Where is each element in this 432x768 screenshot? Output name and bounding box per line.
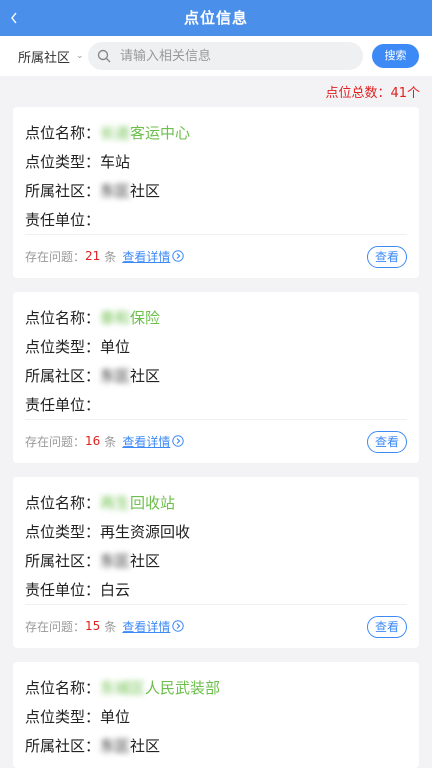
point-name-row: 点位名称：再生回收站 — [25, 494, 176, 512]
view-button[interactable]: 查看 — [367, 616, 407, 638]
point-type: 车站 — [100, 153, 131, 171]
point-name: 人民武装部 — [145, 679, 221, 697]
view-details-link[interactable]: 查看详情 — [122, 618, 170, 635]
point-card: 点位名称：长途客运中心 点位类型：车站 所属社区：东区社区 责任单位： 存在问题… — [13, 107, 419, 278]
point-card: 点位名称：泰和保险 点位类型：单位 所属社区：东区社区 责任单位： 存在问题： … — [13, 292, 419, 463]
issue-count: 15 — [85, 619, 101, 633]
community-name: 社区 — [130, 552, 161, 570]
responsible-unit-row: 责任单位：白云 — [25, 581, 131, 599]
issues-row: 存在问题： 21 条 查看详情 — [25, 244, 407, 268]
point-card: 点位名称：东城区人民武装部 点位类型：单位 所属社区：东区社区 — [13, 662, 419, 768]
point-community-row: 所属社区：东区社区 — [25, 182, 161, 200]
view-details-link[interactable]: 查看详情 — [122, 248, 170, 265]
point-type-row: 点位类型：单位 — [25, 338, 131, 356]
point-community-row: 所属社区：东区社区 — [25, 737, 161, 755]
total-count: 点位总数：41个 — [325, 86, 420, 101]
view-button[interactable]: 查看 — [367, 431, 407, 453]
responsible-unit-row: 责任单位： — [25, 396, 101, 414]
point-type: 再生资源回收 — [100, 523, 191, 541]
divider — [25, 419, 407, 420]
point-name-row: 点位名称：东城区人民武装部 — [25, 679, 221, 697]
search-icon — [96, 48, 112, 64]
community-name: 社区 — [130, 182, 161, 200]
point-name-row: 点位名称：泰和保险 — [25, 309, 161, 327]
community-select[interactable]: 所属社区 ⌄ — [18, 44, 84, 68]
point-name-redacted: 泰和 — [100, 309, 131, 327]
filter-bar: 所属社区 ⌄ 搜索 — [0, 36, 432, 76]
view-button[interactable]: 查看 — [367, 246, 407, 268]
point-community-row: 所属社区：东区社区 — [25, 552, 161, 570]
point-card: 点位名称：再生回收站 点位类型：再生资源回收 所属社区：东区社区 责任单位：白云… — [13, 477, 419, 648]
search-input[interactable] — [118, 47, 352, 65]
community-redacted: 东区 — [100, 737, 131, 755]
search-box[interactable] — [88, 42, 363, 70]
community-redacted: 东区 — [100, 552, 131, 570]
community-name: 社区 — [130, 367, 161, 385]
chevron-down-icon: ⌄ — [76, 51, 84, 61]
issues-row: 存在问题： 15 条 查看详情 — [25, 614, 407, 638]
point-name-row: 点位名称：长途客运中心 — [25, 124, 191, 142]
community-redacted: 东区 — [100, 182, 131, 200]
responsible-unit: 白云 — [100, 581, 131, 599]
point-type-row: 点位类型：再生资源回收 — [25, 523, 191, 541]
point-name-redacted: 长途 — [100, 124, 131, 142]
point-type: 单位 — [100, 338, 131, 356]
point-community-row: 所属社区：东区社区 — [25, 367, 161, 385]
app-header: 点位信息 — [0, 0, 432, 36]
point-name-redacted: 东城区 — [100, 679, 146, 697]
point-name-redacted: 再生 — [100, 494, 131, 512]
community-select-label: 所属社区 — [18, 50, 71, 66]
divider — [25, 234, 407, 235]
responsible-unit-row: 责任单位： — [25, 211, 101, 229]
issue-count: 21 — [85, 249, 101, 263]
issue-count: 16 — [85, 434, 101, 448]
point-name: 客运中心 — [130, 124, 191, 142]
page-title: 点位信息 — [183, 9, 248, 27]
point-type: 单位 — [100, 708, 131, 726]
point-type-row: 点位类型：单位 — [25, 708, 131, 726]
view-details-link[interactable]: 查看详情 — [122, 433, 170, 450]
search-button[interactable]: 搜索 — [372, 44, 419, 68]
divider — [25, 604, 407, 605]
point-name: 回收站 — [130, 494, 176, 512]
community-name: 社区 — [130, 737, 161, 755]
point-name: 保险 — [130, 309, 161, 327]
point-type-row: 点位类型：车站 — [25, 153, 131, 171]
chevron-right-icon[interactable] — [172, 435, 185, 447]
chevron-right-icon[interactable] — [172, 620, 185, 632]
community-redacted: 东区 — [100, 367, 131, 385]
issues-row: 存在问题： 16 条 查看详情 — [25, 429, 407, 453]
chevron-right-icon[interactable] — [172, 250, 185, 262]
